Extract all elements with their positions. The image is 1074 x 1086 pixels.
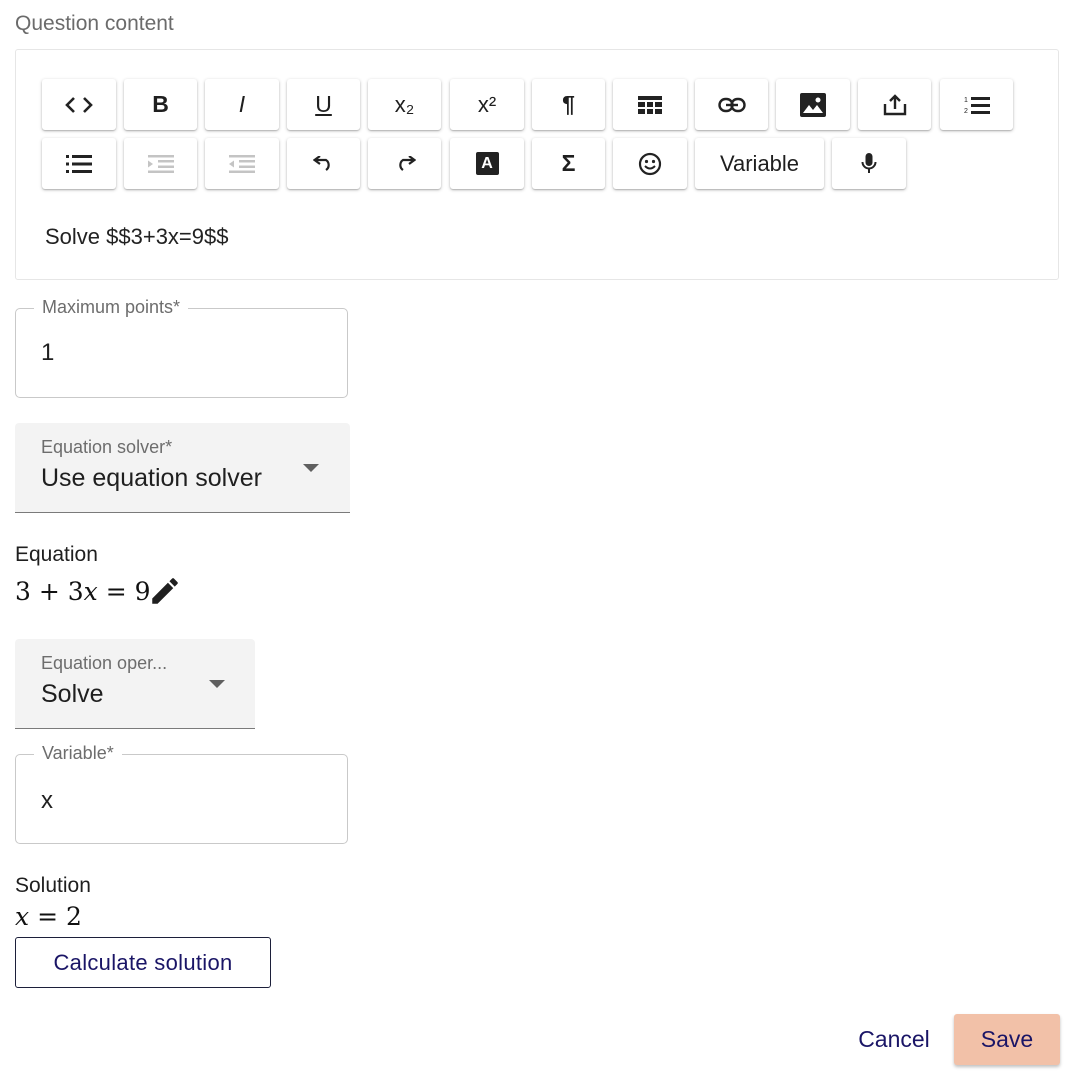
cancel-button[interactable]: Cancel — [843, 1014, 945, 1065]
equation-operation-label: Equation oper... — [41, 653, 168, 673]
variable-field[interactable]: Variable* x — [15, 743, 348, 844]
equation-variable: x — [83, 577, 98, 606]
equation-solver-label: Equation solver* — [41, 437, 173, 457]
equation-solver-value: Use equation solver — [41, 464, 262, 492]
calculate-solution-button[interactable]: Calculate solution — [15, 937, 271, 988]
paragraph-icon: ¶ — [562, 91, 575, 117]
text-color-icon: A — [475, 152, 499, 175]
solution-value: 2 — [65, 902, 82, 931]
image-button[interactable] — [776, 79, 850, 130]
outdent-icon — [229, 154, 255, 173]
link-icon — [717, 97, 746, 112]
maximum-points-field[interactable]: Maximum points* 1 — [15, 297, 348, 398]
equation-lhs-b: 3 — [67, 577, 84, 606]
subscript-button[interactable]: x₂ — [368, 79, 441, 130]
undo-icon — [312, 155, 330, 171]
numbered-list-icon: 12 — [964, 96, 990, 115]
sigma-icon: Σ — [561, 150, 576, 176]
code-icon — [65, 96, 93, 113]
numbered-list-button[interactable]: 12 — [940, 79, 1013, 130]
upload-button[interactable] — [858, 79, 931, 130]
equation-plus: + — [38, 577, 60, 606]
maximum-points-input[interactable]: 1 — [41, 339, 54, 367]
formula-button[interactable]: Σ — [532, 138, 605, 189]
variable-input[interactable]: x — [41, 787, 53, 815]
svg-text:1: 1 — [964, 97, 968, 104]
microphone-icon — [861, 152, 877, 173]
text-color-glyph: A — [481, 154, 493, 172]
solution-equals: = — [37, 902, 59, 931]
image-icon — [800, 92, 826, 117]
maximum-points-label: Maximum points* — [34, 297, 189, 318]
underline-button[interactable]: U — [287, 79, 360, 130]
equation-equals: = — [105, 577, 127, 606]
bold-button[interactable]: B — [124, 79, 197, 130]
save-button[interactable]: Save — [954, 1014, 1060, 1065]
italic-button[interactable]: I — [205, 79, 279, 130]
redo-button[interactable] — [368, 138, 441, 189]
italic-icon: I — [238, 91, 246, 117]
equation-heading: Equation — [15, 543, 98, 566]
underline-icon: U — [315, 91, 332, 117]
undo-button[interactable] — [287, 138, 360, 189]
subscript-icon: x₂ — [394, 91, 415, 117]
equation-display: 3 + 3x = 9 — [15, 577, 151, 606]
variable-button[interactable]: Variable — [695, 138, 824, 189]
equation-lhs-a: 3 — [15, 577, 31, 606]
bold-icon: B — [152, 91, 169, 117]
solution-display: x = 2 — [15, 902, 82, 931]
indent-icon — [147, 154, 174, 173]
variable-button-label: Variable — [719, 150, 800, 176]
code-button[interactable] — [42, 79, 116, 130]
svg-text:2: 2 — [964, 108, 968, 115]
chevron-down-icon — [303, 464, 319, 472]
edit-pencil-icon[interactable] — [148, 574, 182, 608]
superscript-button[interactable]: x² — [450, 79, 524, 130]
superscript-icon: x² — [477, 91, 497, 117]
table-button[interactable] — [613, 79, 687, 130]
text-color-button[interactable]: A — [450, 138, 524, 189]
rich-text-editor: B I U x₂ x² ¶ 12 A Σ Variable Solve $$3+… — [15, 49, 1059, 280]
equation-solver-select[interactable]: Equation solver* Use equation solver — [15, 423, 350, 513]
solution-variable: x — [15, 902, 30, 931]
paragraph-button[interactable]: ¶ — [532, 79, 605, 130]
solution-heading: Solution — [15, 874, 91, 897]
upload-icon — [883, 93, 906, 115]
microphone-button[interactable] — [832, 138, 906, 189]
editor-content[interactable]: Solve $$3+3x=9$$ — [45, 224, 229, 250]
emoji-icon — [638, 152, 662, 175]
question-content-label: Question content — [15, 12, 174, 35]
indent-button[interactable] — [124, 138, 197, 189]
bulleted-list-icon — [66, 154, 92, 173]
table-icon — [638, 95, 662, 114]
redo-icon — [398, 155, 416, 171]
bulleted-list-button[interactable] — [42, 138, 116, 189]
outdent-button[interactable] — [205, 138, 279, 189]
equation-operation-value: Solve — [41, 680, 104, 708]
emoji-button[interactable] — [613, 138, 687, 189]
variable-label: Variable* — [34, 743, 122, 764]
chevron-down-icon — [209, 680, 225, 688]
equation-operation-select[interactable]: Equation oper... Solve — [15, 639, 255, 729]
link-button[interactable] — [695, 79, 768, 130]
